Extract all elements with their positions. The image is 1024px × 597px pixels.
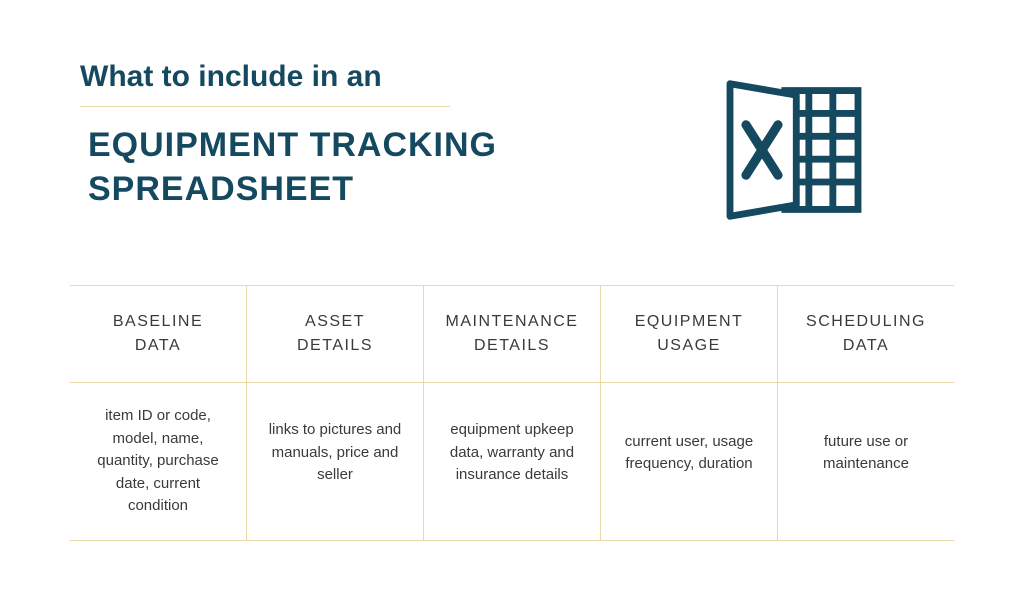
column-header: MAINTENANCE DETAILS — [424, 286, 600, 383]
column-body: item ID or code, model, name, quantity, … — [70, 383, 246, 540]
icon-wrapper — [694, 70, 894, 235]
column-body: links to pictures and manuals, price and… — [247, 383, 423, 523]
header-section: What to include in an EQUIPMENT TRACKING… — [70, 60, 954, 235]
column-body: equipment upkeep data, warranty and insu… — [424, 383, 600, 523]
title-block: What to include in an EQUIPMENT TRACKING… — [70, 60, 694, 211]
pretitle: What to include in an — [70, 60, 694, 94]
column-equipment-usage: EQUIPMENT USAGE current user, usage freq… — [601, 286, 778, 540]
column-header: SCHEDULING DATA — [778, 286, 954, 383]
excel-icon — [714, 70, 874, 235]
table-container: BASELINE DATA item ID or code, model, na… — [70, 285, 954, 541]
column-scheduling-data: SCHEDULING DATA future use or maintenanc… — [778, 286, 954, 540]
column-header: ASSET DETAILS — [247, 286, 423, 383]
main-title: EQUIPMENT TRACKING SPREADSHEET — [70, 123, 694, 211]
column-baseline-data: BASELINE DATA item ID or code, model, na… — [70, 286, 247, 540]
title-divider — [80, 106, 450, 107]
column-maintenance-details: MAINTENANCE DETAILS equipment upkeep dat… — [424, 286, 601, 540]
column-header: EQUIPMENT USAGE — [601, 286, 777, 383]
column-body: future use or maintenance — [778, 383, 954, 523]
column-body: current user, usage frequency, duration — [601, 383, 777, 523]
column-asset-details: ASSET DETAILS links to pictures and manu… — [247, 286, 424, 540]
column-header: BASELINE DATA — [70, 286, 246, 383]
